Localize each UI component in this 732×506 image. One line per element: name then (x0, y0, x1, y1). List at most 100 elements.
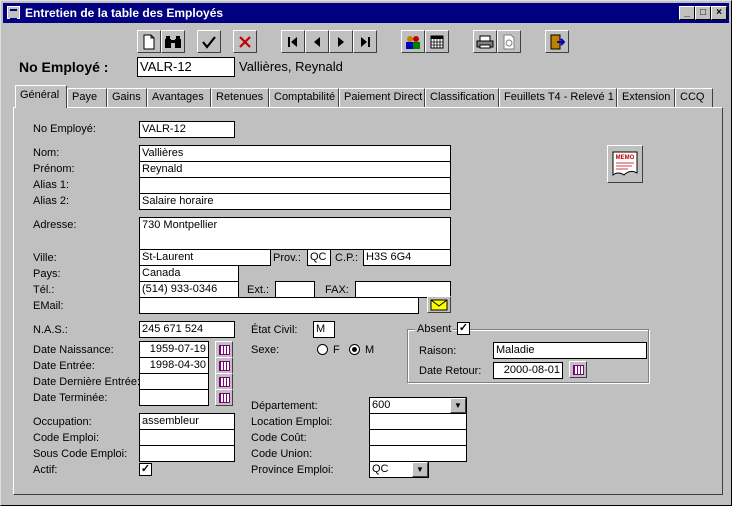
send-email-button[interactable] (427, 296, 451, 313)
cp-label: C.P.: (335, 252, 359, 264)
etat-civil-field[interactable]: M (313, 321, 335, 338)
tab-comptabilite[interactable]: Comptabilité (269, 88, 339, 107)
date-retour-calendar-button[interactable] (569, 361, 587, 378)
date-entree-calendar-button[interactable] (215, 357, 233, 374)
raison-field[interactable]: Maladie (493, 342, 647, 359)
memo-icon: MEMO (612, 151, 638, 177)
x-delete-icon (239, 36, 251, 48)
next-record-icon (338, 37, 344, 47)
alias2-field[interactable]: Salaire horaire (139, 193, 451, 210)
date-retour-field[interactable]: 2000-08-01 (493, 362, 563, 379)
memo-button[interactable]: MEMO (607, 145, 643, 183)
alias1-field[interactable] (139, 177, 451, 194)
sous-code-emploi-label: Sous Code Emploi: (33, 448, 128, 460)
users-button[interactable] (401, 30, 425, 53)
fax-label: FAX: (325, 284, 349, 296)
date-derniere-entree-calendar-button[interactable] (215, 373, 233, 390)
sexe-f-radio[interactable] (317, 344, 328, 355)
cp-field[interactable]: H3S 6G4 (363, 249, 451, 266)
date-entree-label: Date Entrée: (33, 360, 95, 372)
tab-feuillets-t4[interactable]: Feuillets T4 - Relevé 1 (499, 88, 617, 107)
occupation-field[interactable]: assembleur (139, 413, 235, 430)
envelope-icon (430, 299, 448, 311)
calendar-button[interactable] (425, 30, 449, 53)
first-record-button[interactable] (281, 30, 305, 53)
header-employee-number[interactable]: VALR-12 (137, 57, 235, 77)
location-emploi-field[interactable] (369, 413, 467, 430)
title-bar: Entretien de la table des Employés _ □ × (3, 3, 729, 23)
print-button[interactable] (473, 30, 497, 53)
province-emploi-dropdown-button[interactable]: ▼ (412, 462, 428, 477)
code-cout-label: Code Coût: (251, 432, 307, 444)
new-record-button[interactable] (137, 30, 161, 53)
tab-paye[interactable]: Paye (67, 88, 107, 107)
tab-classification[interactable]: Classification (425, 88, 499, 107)
date-retour-label: Date Retour: (419, 365, 482, 377)
departement-dropdown-button[interactable]: ▼ (450, 398, 466, 413)
adresse-field[interactable]: 730 Montpellier (139, 217, 451, 250)
header-employee-name: Vallières, Reynald (239, 59, 343, 74)
date-naissance-calendar-button[interactable] (215, 341, 233, 358)
date-terminee-calendar-button[interactable] (215, 389, 233, 406)
tel-label: Tél.: (33, 284, 55, 296)
adresse-label: Adresse: (33, 219, 77, 231)
tel-field[interactable]: (514) 933-0346 (139, 281, 239, 298)
last-record-icon (361, 37, 370, 47)
date-derniere-entree-field[interactable] (139, 373, 209, 390)
code-cout-field[interactable] (369, 429, 467, 446)
date-naissance-field[interactable]: 1959-07-19 (139, 341, 209, 358)
sous-code-emploi-field[interactable] (139, 445, 235, 462)
no-employe-field[interactable]: VALR-12 (139, 121, 235, 138)
first-record-icon (288, 37, 297, 47)
exit-door-icon (550, 34, 566, 50)
nom-field[interactable]: Vallières (139, 145, 451, 162)
date-entree-field[interactable]: 1998-04-30 (139, 357, 209, 374)
sexe-label: Sexe: (251, 344, 280, 356)
actif-checkbox[interactable]: ✓ (139, 463, 152, 476)
binoculars-icon (165, 36, 181, 48)
save-button[interactable] (197, 30, 221, 53)
ville-field[interactable]: St-Laurent (139, 249, 271, 266)
occupation-label: Occupation: (33, 416, 92, 428)
tab-avantages[interactable]: Avantages (147, 88, 211, 107)
system-menu-icon[interactable] (7, 6, 20, 20)
prov-field[interactable]: QC (307, 249, 331, 266)
tab-extension[interactable]: Extension (617, 88, 675, 107)
sexe-f-label: F (333, 344, 340, 356)
nas-label: N.A.S.: (33, 324, 68, 336)
date-terminee-label: Date Terminée: (33, 392, 108, 404)
new-document-icon (143, 34, 155, 50)
ext-field[interactable] (275, 281, 315, 298)
tab-retenues[interactable]: Retenues (211, 88, 269, 107)
next-record-button[interactable] (329, 30, 353, 53)
previous-record-icon (314, 37, 320, 47)
last-record-button[interactable] (353, 30, 377, 53)
minimize-button[interactable]: _ (679, 6, 695, 20)
tab-paiement-direct[interactable]: Paiement Direct (339, 88, 425, 107)
absent-label: Absent (415, 323, 454, 335)
maximize-button[interactable]: □ (695, 6, 711, 20)
close-button[interactable]: × (711, 6, 727, 20)
code-union-field[interactable] (369, 445, 467, 462)
sexe-m-radio[interactable] (349, 344, 360, 355)
code-emploi-field[interactable] (139, 429, 235, 446)
email-field[interactable] (139, 297, 419, 314)
nas-field[interactable]: 245 671 524 (139, 321, 235, 338)
find-button[interactable] (161, 30, 185, 53)
tab-ccq[interactable]: CCQ (675, 88, 713, 107)
print-preview-button[interactable] (497, 30, 521, 53)
alias1-label: Alias 1: (33, 179, 70, 191)
prenom-field[interactable]: Reynald (139, 161, 451, 178)
departement-label: Département: (251, 400, 318, 412)
cancel-button[interactable] (233, 30, 257, 53)
previous-record-button[interactable] (305, 30, 329, 53)
pays-field[interactable]: Canada (139, 265, 239, 282)
exit-button[interactable] (545, 30, 569, 53)
checkmark-icon (202, 36, 216, 49)
etat-civil-label: État Civil: (251, 324, 298, 336)
actif-label: Actif: (33, 464, 58, 476)
date-terminee-field[interactable] (139, 389, 209, 406)
absent-checkbox[interactable]: ✓ (457, 322, 470, 335)
tab-gains[interactable]: Gains (107, 88, 147, 107)
tab-general[interactable]: Général (15, 85, 67, 108)
